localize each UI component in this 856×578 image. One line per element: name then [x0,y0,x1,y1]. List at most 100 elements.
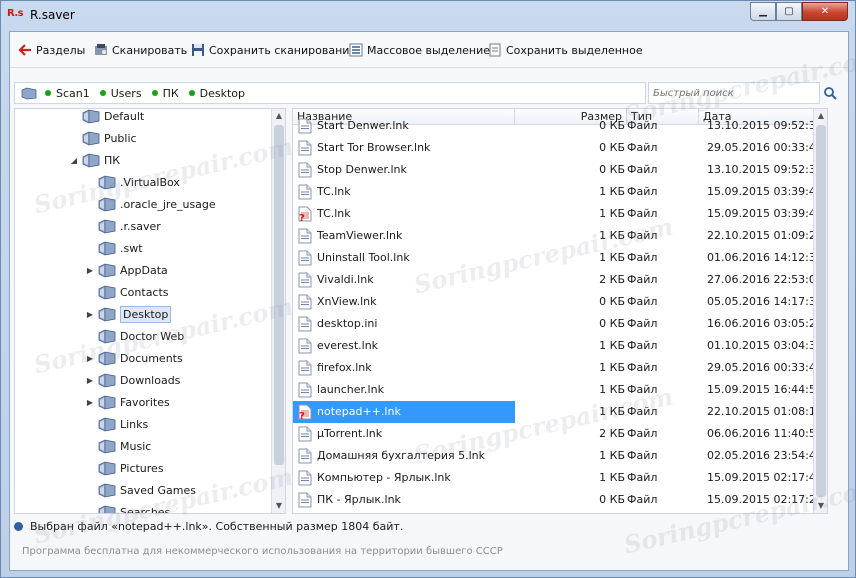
tree-item-label: Links [120,417,149,431]
tree-item[interactable]: ▶ Downloads [85,369,180,391]
breadcrumb-item-scan1[interactable]: Scan1 [45,87,90,100]
file-name: µTorrent.lnk [293,423,515,445]
title-bar[interactable]: R.s R.saver ▁ ▢ ✕ [1,1,855,31]
quick-search-input[interactable] [648,82,820,104]
close-icon: ✕ [820,6,830,17]
tree-item[interactable]: .r.saver [85,215,161,237]
table-row[interactable]: everest.lnk 1 КБ Файл 01.10.2015 03:04:30 [293,335,823,357]
svg-text:?: ? [299,213,305,222]
file-type: Файл [627,229,658,242]
table-row[interactable]: TC.lnk 1 КБ Файл 15.09.2015 03:39:45 [293,181,823,203]
status-dot-icon [99,90,106,96]
tree-item-label: Pictures [120,461,164,475]
file-size: 1 КБ [599,383,625,396]
file-type: Файл [627,427,658,440]
table-row[interactable]: TeamViewer.lnk 1 КБ Файл 22.10.2015 01:09:2… [293,225,823,247]
expand-arrow-icon[interactable]: ▶ [85,376,95,385]
breadcrumb-item-desktop[interactable]: Desktop [188,87,245,100]
folder-icon [97,306,117,322]
tree-item[interactable]: Default [69,109,144,127]
tree-item[interactable]: ▶ Favorites [85,391,170,413]
expand-arrow-icon[interactable]: ▶ [85,310,95,319]
tree-item[interactable]: Links [85,413,148,435]
scroll-thumb[interactable] [274,125,284,465]
close-button[interactable]: ✕ [802,2,848,21]
tree-item[interactable]: ▶ Desktop [85,303,172,325]
table-row[interactable]: Компьютер - Ярлык.lnk 1 КБ Файл 15.09.2015 … [293,467,823,489]
tree-item[interactable]: Searches [85,501,171,514]
floppy-icon [191,43,205,57]
file-icon [298,316,312,332]
file-icon [298,162,312,178]
tree-item[interactable]: .swt [85,237,143,259]
table-row[interactable]: ? notepad++.lnk 1 КБ Файл 22.10.2015 01:08:1… [293,401,823,423]
tree-item[interactable]: Public [69,127,137,149]
tree-item[interactable]: Doctor Web [85,325,184,347]
scroll-up-icon[interactable]: ▲ [272,109,285,123]
svg-text:?: ? [299,411,305,420]
file-date: 13.10.2015 09:52:36 [707,119,823,132]
file-list-scrollbar[interactable]: ▲ ▼ [813,109,827,513]
expand-arrow-icon[interactable]: ▶ [85,354,95,363]
file-icon [298,338,312,354]
tree-item[interactable]: Contacts [85,281,169,303]
tree-item[interactable]: .VirtualBox [85,171,180,193]
file-date: 15.09.2015 16:44:59 [707,383,823,396]
file-list[interactable]: Название Размер Тип Дата ПК - Ярлык.lnk 0… [292,108,828,514]
tree-item[interactable]: .oracle_jre_usage [85,193,216,215]
table-row[interactable]: launcher.lnk 1 КБ Файл 15.09.2015 16:44:59 [293,379,823,401]
tree-item-label: Documents [120,351,183,365]
folder-tree[interactable]: Searches Saved Games Pictures Music Links ▶ Fa… [14,108,286,514]
scroll-thumb[interactable] [816,125,826,497]
mass-select-button[interactable]: Массовое выделение [349,42,490,58]
table-row[interactable]: Start Tor Browser.lnk 0 КБ Файл 29.05.2016 … [293,137,823,159]
folder-icon [97,438,117,454]
scan-button[interactable]: Сканировать [94,42,187,58]
tree-item[interactable]: Saved Games [85,479,196,501]
table-row[interactable]: desktop.ini 0 КБ Файл 16.06.2016 03:05:24 [293,313,823,335]
tree-item[interactable]: ◢ ПК [69,149,120,171]
table-row[interactable]: Uninstall Tool.lnk 1 КБ Файл 01.06.2016 14:… [293,247,823,269]
table-row[interactable]: Start Denwer.lnk 0 КБ Файл 13.10.2015 09:52… [293,115,823,137]
maximize-button[interactable]: ▢ [776,2,802,21]
save-scan-button[interactable]: Сохранить сканирование [191,42,356,58]
partitions-button[interactable]: Разделы [18,42,85,58]
save-selected-button[interactable]: Сохранить выделенное [488,42,643,58]
file-type: Файл [627,339,658,352]
expand-arrow-icon[interactable]: ◢ [69,156,79,165]
minimize-button[interactable]: ▁ [750,2,776,21]
tree-item[interactable]: ▶ AppData [85,259,168,281]
tree-item[interactable]: Pictures [85,457,164,479]
table-row[interactable]: Stop Denwer.lnk 0 КБ Файл 13.10.2015 09:52:… [293,159,823,181]
file-date: 13.10.2015 09:52:36 [707,163,823,176]
tree-item[interactable]: ▶ Documents [85,347,183,369]
table-row[interactable]: firefox.lnk 1 КБ Файл 29.05.2016 00:33:40 [293,357,823,379]
expand-arrow-icon[interactable]: ▶ [85,266,95,275]
folder-icon [21,86,37,100]
table-row[interactable]: µTorrent.lnk 2 КБ Файл 06.06.2016 11:40:51 [293,423,823,445]
expand-arrow-icon[interactable]: ▶ [85,398,95,407]
scroll-down-icon[interactable]: ▼ [814,499,827,513]
table-row[interactable]: ? TC.lnk 1 КБ Файл 15.09.2015 03:39:45 [293,203,823,225]
tree-item-label: Searches [120,505,171,514]
file-name: Stop Denwer.lnk [293,159,515,181]
file-icon [298,470,312,486]
file-type: Файл [627,383,658,396]
file-size: 2 КБ [599,273,625,286]
file-date: 15.09.2015 02:17:41 [707,471,823,484]
file-icon [298,382,312,398]
table-row[interactable]: Vivaldi.lnk 2 КБ Файл 27.06.2016 22:53:04 [293,269,823,291]
search-icon[interactable] [823,86,837,100]
table-row[interactable]: Домашняя бухгалтерия 5.lnk 1 КБ Файл 02.05.… [293,445,823,467]
table-row[interactable]: XnView.lnk 0 КБ Файл 05.05.2016 14:17:37 [293,291,823,313]
breadcrumb-item-pk[interactable]: ПК [151,87,179,100]
scroll-down-icon[interactable]: ▼ [272,499,285,513]
folder-icon [97,174,117,190]
tree-scrollbar[interactable]: ▲ ▼ [271,109,285,513]
breadcrumb-item-users[interactable]: Users [99,87,142,100]
file-size: 1 КБ [599,229,625,242]
tree-item[interactable]: Music [85,435,151,457]
scroll-up-icon[interactable]: ▲ [814,109,827,123]
tree-item-label: .swt [120,241,143,255]
table-row[interactable]: ПК - Ярлык.lnk 0 КБ Файл 15.09.2015 02:17:2… [293,489,823,511]
